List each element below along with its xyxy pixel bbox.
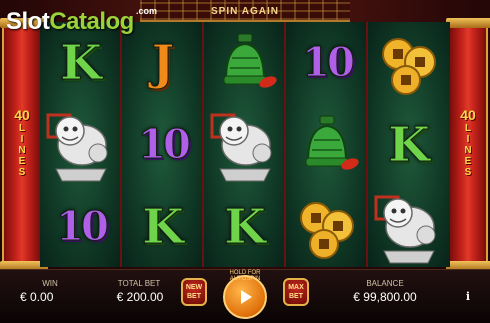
total-bet-label: TOTAL BET xyxy=(117,279,161,288)
lines-indicator-left: 40 LINES xyxy=(14,107,30,178)
spin-again-banner: SPIN AGAIN xyxy=(211,6,279,17)
reel-2: J 10 K xyxy=(122,22,204,267)
foo-dog-statue-icon xyxy=(40,104,122,186)
autospin-hint: HOLD FOR AUTOSPIN xyxy=(229,270,261,282)
green-bell-icon xyxy=(286,104,368,186)
lines-indicator-right: 40 LINES xyxy=(460,107,476,178)
balance-value: € 99,800.00 xyxy=(353,290,417,304)
gold-coins-icon xyxy=(368,22,450,104)
reel-grid[interactable]: K 10 J 10 K K 10 K xyxy=(40,22,450,267)
win-value: € 0.00 xyxy=(20,290,54,304)
total-bet-value: € 200.00 xyxy=(116,290,164,304)
game-stage: SPIN AGAIN 40 LINES 40 LINES K 10 J 10 K… xyxy=(0,0,490,323)
green-bell-icon xyxy=(204,22,286,104)
reel-4: 10 xyxy=(286,22,368,267)
symbol-10: 10 xyxy=(56,203,110,250)
win-label: WIN xyxy=(42,279,58,288)
reel-3: K xyxy=(204,22,286,267)
symbol-k: K xyxy=(224,199,267,255)
symbol-k: K xyxy=(388,117,431,173)
play-icon xyxy=(241,290,252,304)
max-bet-button[interactable]: MAX BET xyxy=(283,278,309,306)
new-bet-button[interactable]: NEW BET xyxy=(181,278,207,306)
symbol-10: 10 xyxy=(138,121,192,168)
left-pillar: 40 LINES xyxy=(0,18,48,271)
reel-5: K xyxy=(368,22,450,267)
gold-coins-icon xyxy=(286,186,368,268)
info-icon[interactable]: i xyxy=(462,290,474,304)
foo-dog-statue-icon xyxy=(368,186,450,268)
symbol-10: 10 xyxy=(302,39,356,86)
slotcatalog-logo: SlotCatalog .com xyxy=(6,6,158,35)
right-pillar: 40 LINES xyxy=(446,18,490,271)
reel-1: K 10 xyxy=(40,22,122,267)
foo-dog-statue-icon xyxy=(204,104,286,186)
symbol-k: K xyxy=(142,199,185,255)
balance-label: BALANCE xyxy=(366,279,404,288)
